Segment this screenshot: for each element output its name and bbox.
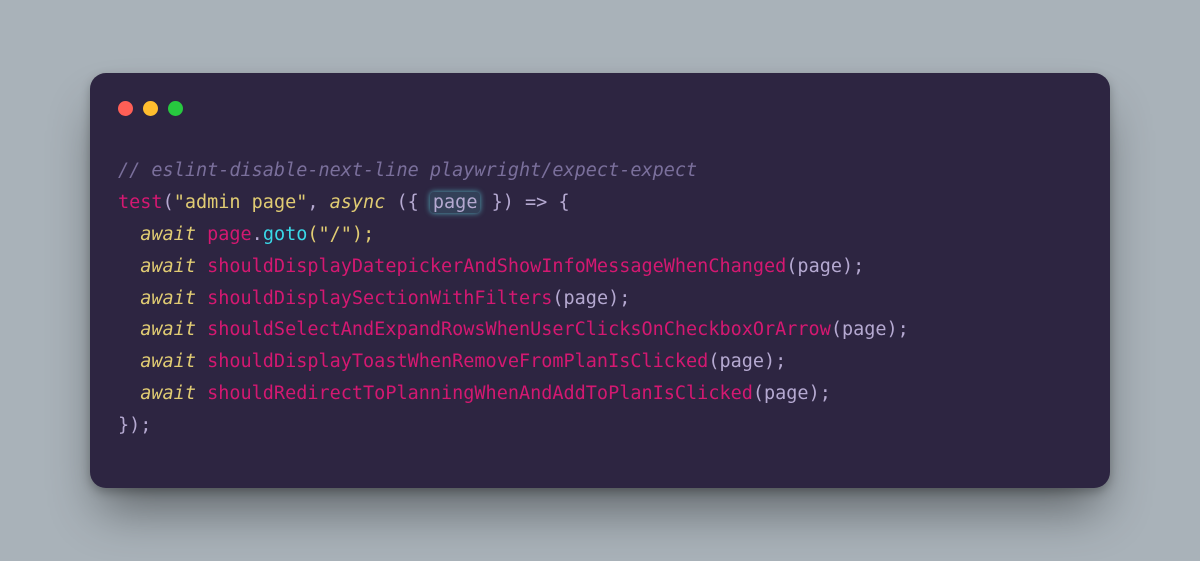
code-line-comment: // eslint-disable-next-line playwright/e… xyxy=(118,155,1082,187)
call-name: shouldDisplaySectionWithFilters xyxy=(207,288,552,309)
keyword-await: await xyxy=(140,288,196,309)
code-line: await shouldSelectAndExpandRowsWhenUserC… xyxy=(118,314,1082,346)
maximize-icon[interactable] xyxy=(168,101,183,116)
comment-text: // eslint-disable-next-line playwright/e… xyxy=(118,160,697,181)
code-block: // eslint-disable-next-line playwright/e… xyxy=(118,155,1082,441)
string-test-name: "admin page" xyxy=(174,192,308,213)
keyword-await: await xyxy=(140,351,196,372)
code-window: // eslint-disable-next-line playwright/e… xyxy=(90,73,1110,487)
keyword-await: await xyxy=(140,383,196,404)
code-line: test("admin page", async ({ page }) => { xyxy=(118,187,1082,219)
arrow: => { xyxy=(525,192,570,213)
param-page: page xyxy=(430,192,481,213)
punct: }) xyxy=(480,192,525,213)
keyword-await: await xyxy=(140,256,196,277)
code-line: await shouldRedirectToPlanningWhenAndAdd… xyxy=(118,378,1082,410)
call-name: shouldDisplayDatepickerAndShowInfoMessag… xyxy=(207,256,786,277)
close-icon[interactable] xyxy=(118,101,133,116)
call-name: shouldSelectAndExpandRowsWhenUserClicksO… xyxy=(207,319,831,340)
code-line: await shouldDisplaySectionWithFilters(pa… xyxy=(118,283,1082,315)
close-brace: }); xyxy=(118,415,151,436)
call-args: (page); xyxy=(552,288,630,309)
dot: . xyxy=(252,224,263,245)
keyword-async: async xyxy=(330,192,386,213)
goto-arg: ("/"); xyxy=(307,224,374,245)
keyword-await: await xyxy=(140,319,196,340)
punct: ( xyxy=(163,192,174,213)
code-line: await page.goto("/"); xyxy=(118,219,1082,251)
code-line: }); xyxy=(118,410,1082,442)
call-args: (page); xyxy=(753,383,831,404)
call-args: (page); xyxy=(831,319,909,340)
call-args: (page); xyxy=(786,256,864,277)
fn-test: test xyxy=(118,192,163,213)
code-line: await shouldDisplayToastWhenRemoveFromPl… xyxy=(118,346,1082,378)
code-line: await shouldDisplayDatepickerAndShowInfo… xyxy=(118,251,1082,283)
stage: // eslint-disable-next-line playwright/e… xyxy=(0,0,1200,561)
ident-page: page xyxy=(207,224,252,245)
method-goto: goto xyxy=(263,224,308,245)
call-args: (page); xyxy=(708,351,786,372)
window-titlebar xyxy=(118,95,1082,121)
call-name: shouldRedirectToPlanningWhenAndAddToPlan… xyxy=(207,383,753,404)
minimize-icon[interactable] xyxy=(143,101,158,116)
punct: , xyxy=(307,192,329,213)
keyword-await: await xyxy=(140,224,196,245)
punct: ({ xyxy=(385,192,430,213)
call-name: shouldDisplayToastWhenRemoveFromPlanIsCl… xyxy=(207,351,708,372)
